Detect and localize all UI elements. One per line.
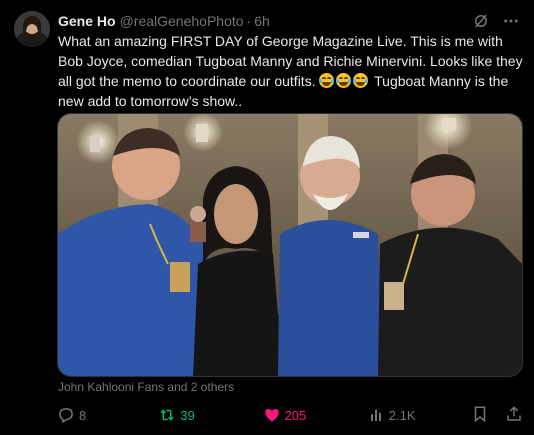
separator-dot: · xyxy=(246,13,252,29)
action-bar: 8 39 205 2.1K xyxy=(57,405,523,425)
tweet-text: What an amazing FIRST DAY of George Maga… xyxy=(58,31,524,111)
laughing-emoji-icon xyxy=(336,73,352,88)
author-name[interactable]: Gene Ho xyxy=(58,13,116,29)
bookmark-icon[interactable] xyxy=(471,405,489,426)
repost-count: 39 xyxy=(180,407,195,423)
laughing-emoji-icon xyxy=(353,73,369,88)
repost-icon xyxy=(158,406,176,424)
repost-button[interactable]: 39 xyxy=(158,406,256,424)
tagged-users[interactable]: John Kahlooni Fans and 2 others xyxy=(58,380,234,394)
views-icon xyxy=(369,407,385,423)
reply-icon xyxy=(57,406,75,424)
avatar-image xyxy=(14,11,50,47)
heart-icon xyxy=(263,406,281,424)
tweet-photo[interactable] xyxy=(57,113,523,377)
like-button[interactable]: 205 xyxy=(263,406,365,424)
more-icon[interactable] xyxy=(502,12,520,30)
like-count: 205 xyxy=(284,407,307,423)
reply-count: 8 xyxy=(79,407,87,423)
avatar[interactable] xyxy=(14,11,50,47)
author-handle[interactable]: @realGenehoPhoto xyxy=(120,13,244,29)
timestamp[interactable]: 6h xyxy=(254,13,270,29)
group-photo-image xyxy=(58,114,522,376)
tweet-header: Gene Ho @realGenehoPhoto · 6h xyxy=(58,12,520,30)
views-button[interactable]: 2.1K xyxy=(369,407,471,423)
grok-icon[interactable] xyxy=(472,12,490,30)
reply-button[interactable]: 8 xyxy=(57,406,155,424)
share-icon[interactable] xyxy=(505,405,523,426)
laughing-emoji-icon xyxy=(319,73,335,88)
views-count: 2.1K xyxy=(388,407,416,423)
